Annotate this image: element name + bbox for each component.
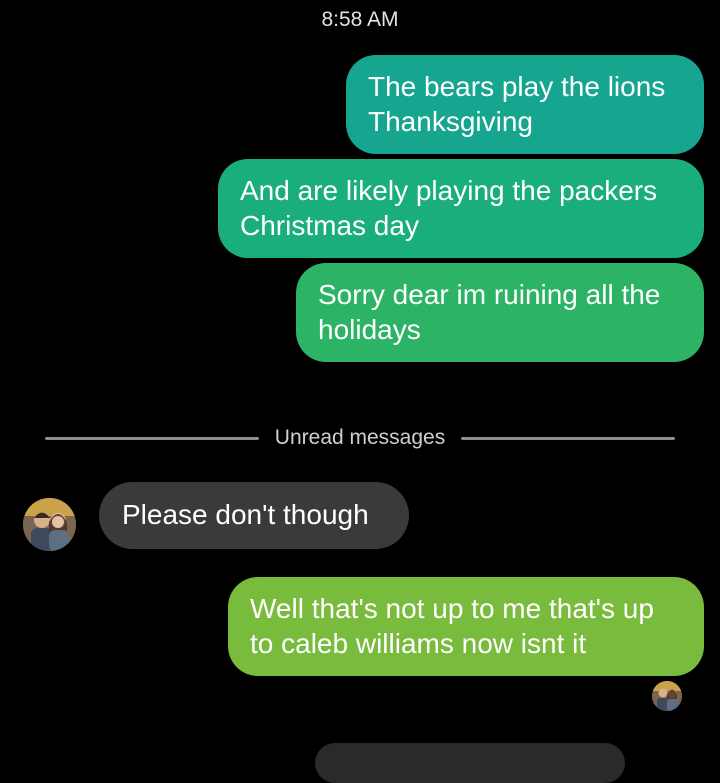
sent-message-bubble[interactable]: And are likely playing the packers Chris… — [218, 159, 704, 258]
message-timestamp: 8:58 AM — [321, 8, 399, 31]
divider-line-right — [461, 436, 676, 440]
divider-line-left — [45, 436, 259, 440]
received-message-bubble[interactable]: Please don't though — [99, 482, 409, 549]
unread-messages-label: Unread messages — [274, 426, 446, 449]
unread-messages-divider: Unread messages — [45, 424, 676, 452]
sent-message-bubble[interactable]: Well that's not up to me that's up to ca… — [228, 577, 704, 676]
contact-avatar-photo-icon — [23, 498, 76, 551]
sent-message-bubble[interactable]: The bears play the lions Thanksgiving — [346, 55, 704, 154]
contact-avatar[interactable] — [23, 498, 76, 551]
read-receipt-avatar — [652, 681, 682, 711]
partial-message-bubble[interactable] — [315, 743, 625, 783]
sent-message-bubble[interactable]: Sorry dear im ruining all the holidays — [296, 263, 704, 362]
read-receipt-avatar-photo-icon — [652, 681, 682, 711]
